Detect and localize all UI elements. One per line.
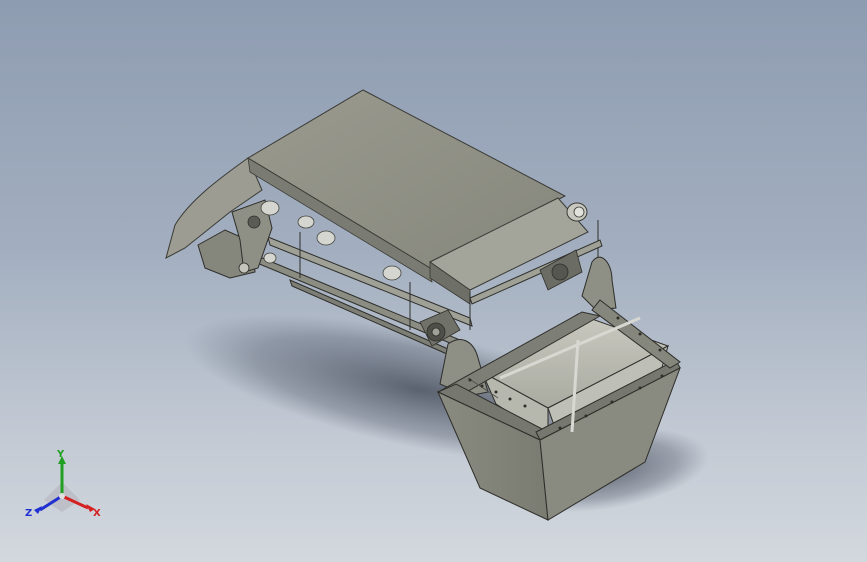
coordinate-triad: Y X Z: [25, 449, 101, 519]
triad-x-label: X: [93, 508, 101, 519]
left-bracket-hole: [247, 215, 261, 229]
left-bracket-pivot: [238, 262, 250, 274]
graphics-viewport[interactable]: Y X Z: [0, 0, 867, 562]
triad-z-label: Z: [25, 508, 32, 519]
motor-cylinder-end: [573, 206, 585, 218]
triad-origin: [59, 493, 65, 499]
3d-model-conveyor-hopper[interactable]: [0, 0, 867, 562]
triad-y-label: Y: [56, 449, 65, 460]
